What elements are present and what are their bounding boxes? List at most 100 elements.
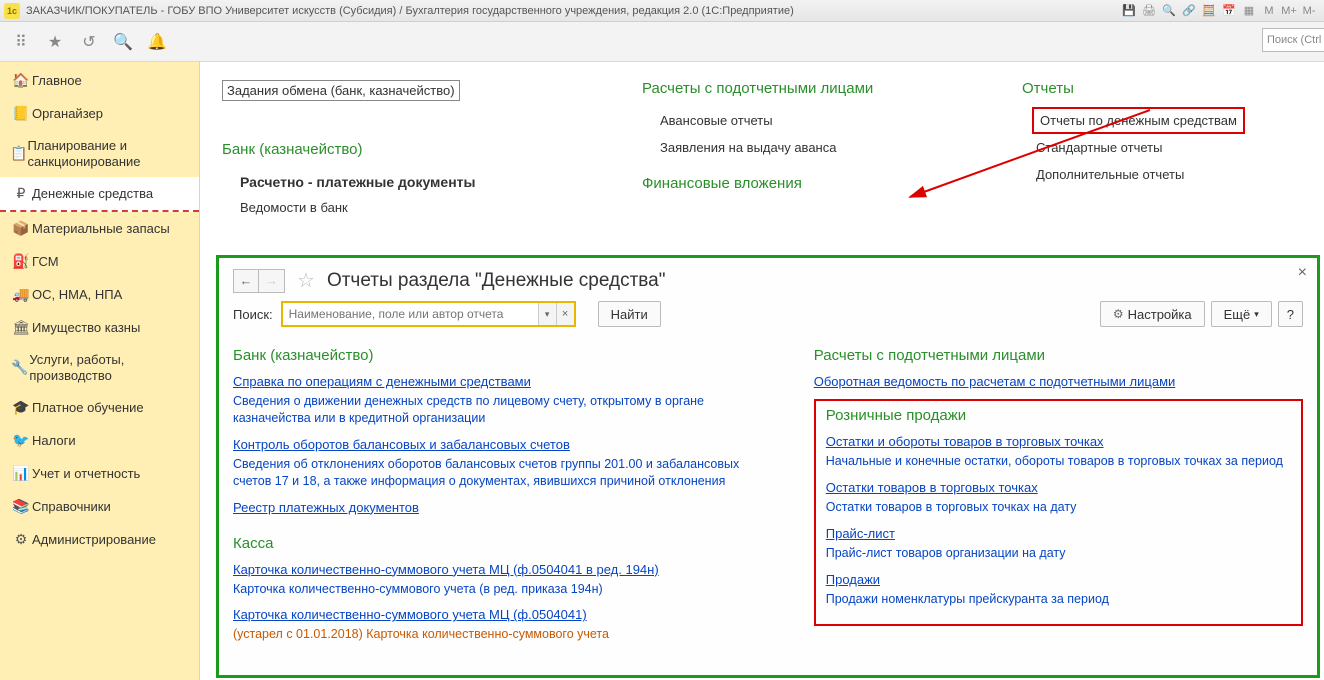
chevron-down-icon: ▾ (1254, 309, 1259, 320)
find-icon[interactable]: 🔍 (110, 29, 136, 55)
history-icon[interactable]: ↺ (76, 29, 102, 55)
save-icon[interactable]: 💾 (1122, 4, 1136, 18)
help-button[interactable]: ? (1278, 301, 1303, 327)
sidebar-item-materials[interactable]: 📦Материальные запасы (0, 212, 199, 245)
books-icon: 📚 (10, 498, 32, 515)
bank-statements-link[interactable]: Ведомости в банк (222, 194, 582, 221)
find-button[interactable]: Найти (598, 301, 661, 327)
report-cash-ops[interactable]: Справка по операциям с денежными средств… (233, 374, 531, 389)
accountable-reports-head: Расчеты с подотчетными лицами (814, 347, 1303, 364)
sidebar-item-planning[interactable]: 📋Планирование и санкционирование (0, 130, 199, 177)
money-reports-link[interactable]: Отчеты по денежным средствам (1040, 113, 1237, 128)
report-stock-turnover[interactable]: Остатки и обороты товаров в торговых точ… (826, 434, 1104, 449)
window-title: ЗАКАЗЧИК/ПОКУПАТЕЛЬ - ГОБУ ВПО Университ… (26, 5, 1122, 17)
sidebar-item-services[interactable]: 🔧Услуги, работы, производство (0, 344, 199, 391)
report-sales[interactable]: Продажи (826, 572, 880, 587)
dropdown-icon[interactable]: ▾ (538, 303, 556, 325)
gear-icon: ⚙ (1113, 307, 1124, 321)
report-stock-turnover-desc: Начальные и конечные остатки, обороты то… (826, 453, 1291, 470)
sidebar-item-label: Услуги, работы, производство (29, 352, 189, 383)
report-accountable-turnover[interactable]: Оборотная ведомость по расчетам с подотч… (814, 374, 1176, 389)
sidebar-item-treasury[interactable]: 🏛Имущество казны (0, 311, 199, 344)
sidebar-item-admin[interactable]: ⚙Администрирование (0, 523, 199, 556)
settings-button-label: Настройка (1128, 307, 1192, 322)
clipboard-icon: 📋 (10, 145, 27, 162)
wrench-icon: 🔧 (10, 359, 29, 376)
report-card-0504041[interactable]: Карточка количественно-суммового учета М… (233, 607, 587, 622)
report-price-list-desc: Прайс-лист товаров организации на дату (826, 545, 1291, 562)
print-icon[interactable]: 🖨 (1142, 4, 1156, 18)
sidebar-item-accounting[interactable]: 📊Учет и отчетность (0, 457, 199, 490)
additional-reports-link[interactable]: Дополнительные отчеты (1022, 161, 1282, 188)
m-icon[interactable]: M (1262, 4, 1276, 18)
report-card-194n[interactable]: Карточка количественно-суммового учета М… (233, 562, 659, 577)
mminus-icon[interactable]: M- (1302, 4, 1316, 18)
sidebar-item-reference[interactable]: 📚Справочники (0, 490, 199, 523)
graduation-icon: 🎓 (10, 399, 32, 416)
search-input-wrap: ▾ × (281, 301, 576, 327)
sidebar-item-label: Материальные запасы (32, 221, 170, 236)
advance-reports-link[interactable]: Авансовые отчеты (642, 107, 962, 134)
nav-forward-button[interactable]: → (259, 269, 285, 293)
sidebar-item-label: Справочники (32, 499, 111, 514)
nav-back-button[interactable]: ← (233, 269, 259, 293)
report-cash-ops-desc: Сведения о движении денежных средств по … (233, 393, 774, 427)
search-icon[interactable]: 🔍 (1162, 4, 1176, 18)
eagle-icon: 🐦 (10, 432, 32, 449)
money-reports-link-highlight: Отчеты по денежным средствам (1032, 107, 1245, 134)
favorite-icon[interactable]: ★ (42, 29, 68, 55)
sidebar-item-label: Денежные средства (32, 186, 153, 201)
sidebar-item-label: Администрирование (32, 532, 156, 547)
retail-box-highlight: Розничные продажи Остатки и обороты това… (814, 399, 1303, 626)
sidebar-item-label: ГСМ (32, 254, 59, 269)
report-payment-registry[interactable]: Реестр платежных документов (233, 500, 419, 515)
link-icon[interactable]: 🔗 (1182, 4, 1196, 18)
sidebar-item-taxes[interactable]: 🐦Налоги (0, 424, 199, 457)
gear-icon: ⚙ (10, 531, 32, 548)
fuel-icon: ⛽ (10, 253, 32, 270)
search-input[interactable] (283, 303, 538, 325)
report-balance-control[interactable]: Контроль оборотов балансовых и забалансо… (233, 437, 570, 452)
calc-icon[interactable]: 🧮 (1202, 4, 1216, 18)
apps-icon[interactable]: ⠿ (8, 29, 34, 55)
exchange-tasks-link[interactable]: Задания обмена (банк, казначейство) (222, 80, 460, 101)
close-icon[interactable]: × (1298, 264, 1307, 282)
settings-button[interactable]: ⚙ Настройка (1100, 301, 1205, 327)
building-icon: 🏛 (10, 319, 32, 336)
sidebar-item-main[interactable]: 🏠Главное (0, 64, 199, 97)
search-label: Поиск: (233, 307, 273, 322)
logo-1c: 1c (4, 3, 20, 19)
fin-invest-head: Финансовые вложения (642, 175, 962, 192)
title-bar: 1c ЗАКАЗЧИК/ПОКУПАТЕЛЬ - ГОБУ ВПО Универ… (0, 0, 1324, 22)
grid-icon[interactable]: ▦ (1242, 4, 1256, 18)
standard-reports-link[interactable]: Стандартные отчеты (1022, 134, 1282, 161)
sidebar-item-money[interactable]: ₽Денежные средства (0, 177, 199, 212)
report-stock-balance[interactable]: Остатки товаров в торговых точках (826, 480, 1038, 495)
sidebar-item-os[interactable]: 🚚ОС, НМА, НПА (0, 278, 199, 311)
report-card-0504041-desc: (устарел с 01.01.2018) Карточка количест… (233, 626, 774, 643)
accountable-head: Расчеты с подотчетными лицами (642, 80, 962, 97)
calendar-icon[interactable]: 📅 (1222, 4, 1236, 18)
more-button-label: Ещё (1224, 307, 1251, 322)
mplus-icon[interactable]: M+ (1282, 4, 1296, 18)
global-search-input[interactable]: Поиск (Ctrl (1262, 28, 1324, 52)
panel-title: Отчеты раздела "Денежные средства" (327, 270, 666, 292)
bell-icon[interactable]: 🔔 (144, 29, 170, 55)
truck-icon: 🚚 (10, 286, 32, 303)
report-price-list[interactable]: Прайс-лист (826, 526, 895, 541)
advance-request-link[interactable]: Заявления на выдачу аванса (642, 134, 962, 161)
cash-reports-head: Касса (233, 535, 774, 552)
organizer-icon: 📒 (10, 105, 32, 122)
more-button[interactable]: Ещё▾ (1211, 301, 1272, 327)
sidebar-item-organizer[interactable]: 📒Органайзер (0, 97, 199, 130)
ruble-icon: ₽ (10, 185, 32, 202)
sidebar-item-label: Платное обучение (32, 400, 144, 415)
top-toolbar: ⠿ ★ ↺ 🔍 🔔 Поиск (Ctrl (0, 22, 1324, 62)
sidebar-item-fuel[interactable]: ⛽ГСМ (0, 245, 199, 278)
sidebar-item-label: ОС, НМА, НПА (32, 287, 122, 302)
bank-section-head: Банк (казначейство) (222, 141, 582, 158)
payment-docs-head[interactable]: Расчетно - платежные документы (222, 168, 582, 194)
clear-icon[interactable]: × (556, 303, 574, 325)
sidebar-item-education[interactable]: 🎓Платное обучение (0, 391, 199, 424)
star-icon[interactable]: ☆ (297, 268, 315, 293)
